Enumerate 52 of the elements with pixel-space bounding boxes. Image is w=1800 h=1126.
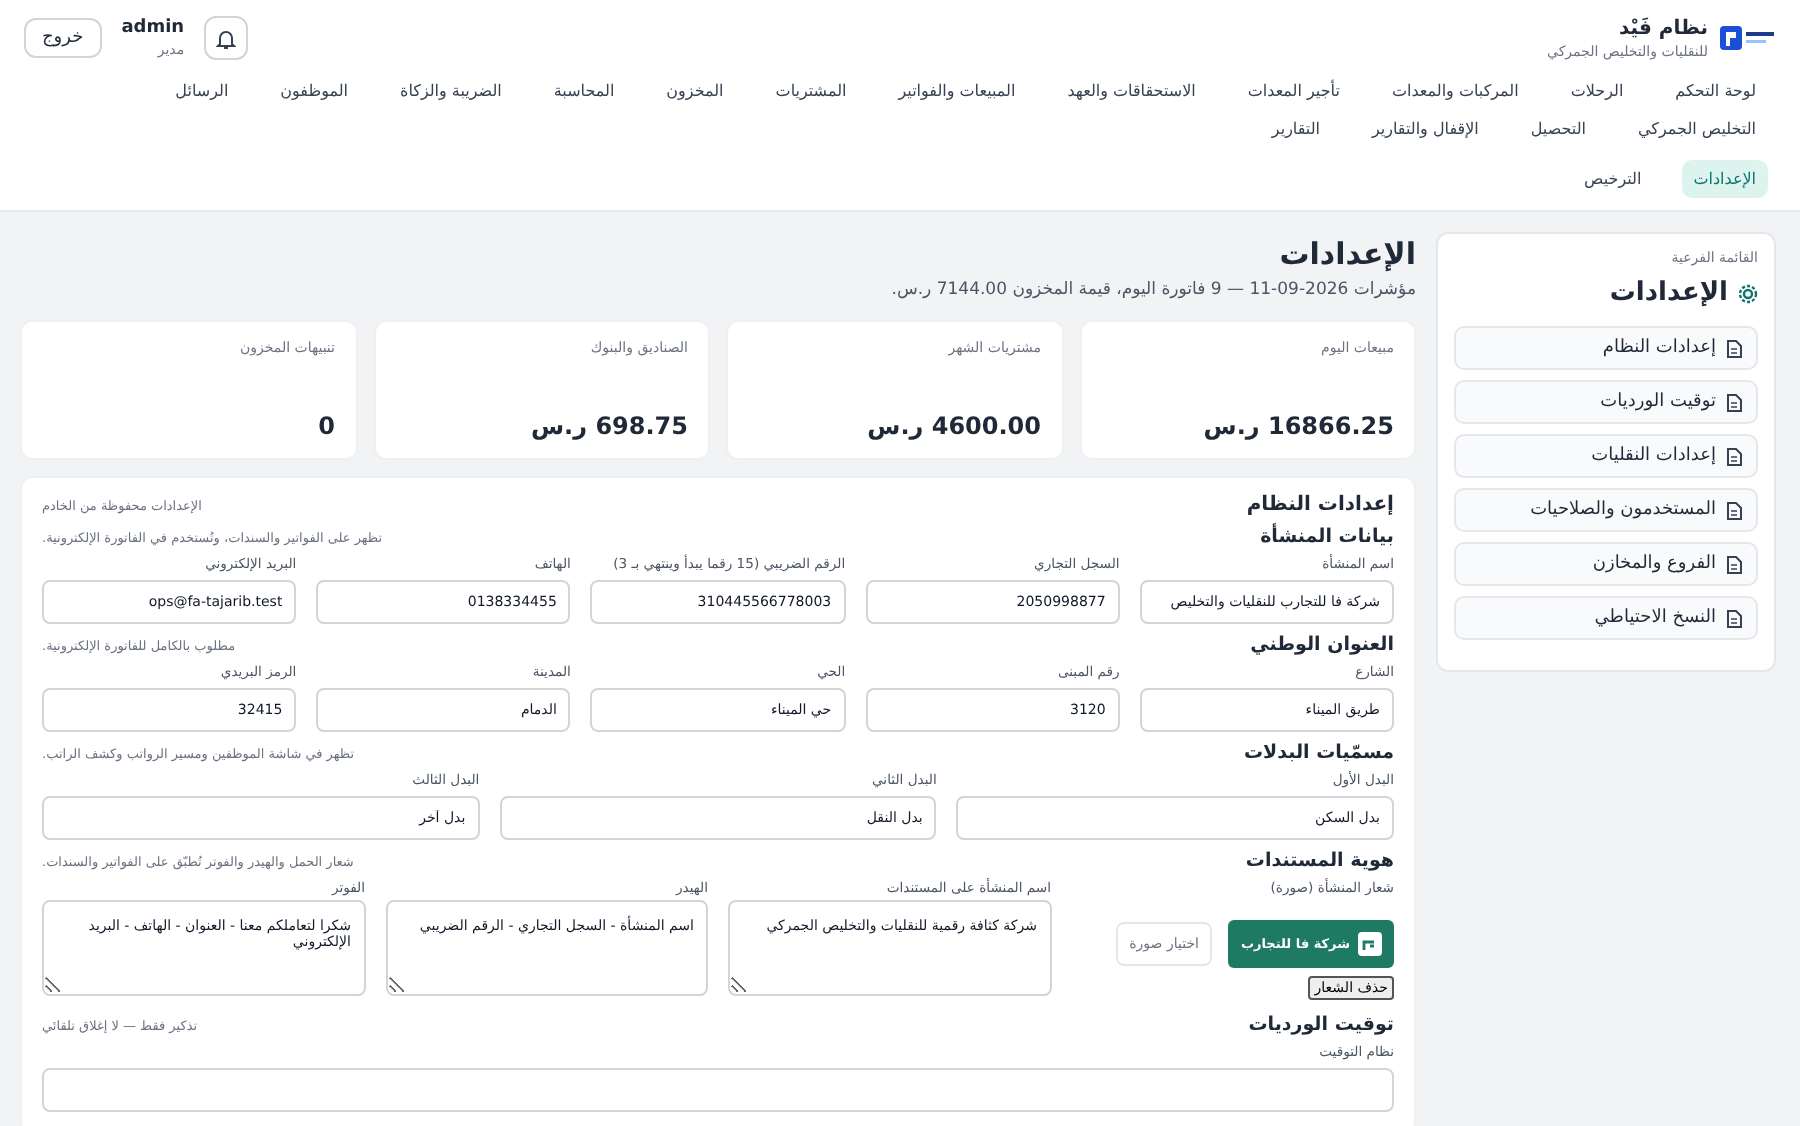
section-title: توقيت الورديات <box>1248 1014 1394 1036</box>
nav-tab[interactable]: الموظفون <box>268 72 361 110</box>
brand-title: نظام فَيْد <box>1617 17 1708 39</box>
submenu-item[interactable]: الفروع والمخازن <box>1454 542 1758 586</box>
stat-value: 4600.00 ر.س <box>865 412 1041 440</box>
logo-mark-icon <box>1358 932 1382 956</box>
nav-tab[interactable]: التخليص الجمركي <box>1626 110 1768 148</box>
section-title: بيانات المنشأة <box>1260 526 1394 548</box>
document-icon <box>1726 555 1742 573</box>
document-icon <box>1726 501 1742 519</box>
stat-value: 0 <box>316 412 335 440</box>
nav-tab[interactable]: لوحة التحكم <box>1663 72 1768 110</box>
submenu-item[interactable]: النسخ الاحتياطي <box>1454 596 1758 640</box>
nav-tab[interactable]: المحاسبة <box>541 72 627 110</box>
bell-icon <box>216 27 237 49</box>
section-title: مسمّيات البدلات <box>1243 742 1394 764</box>
nav-tab[interactable]: المخزون <box>654 72 736 110</box>
page-title: الإعدادات <box>1277 236 1416 272</box>
document-icon <box>1726 609 1742 627</box>
panel-title: إعدادات النظام <box>1246 494 1394 516</box>
nav-tab[interactable]: المركبات والمعدات <box>1379 72 1531 110</box>
logout-button[interactable]: خروج <box>24 18 102 58</box>
document-icon <box>1726 447 1742 465</box>
nav-tab[interactable]: الرسائل <box>163 72 241 110</box>
nav-tab[interactable]: الإقفال والتقارير <box>1359 110 1491 148</box>
nav-tab[interactable]: الرحلات <box>1558 72 1636 110</box>
nav-tab[interactable]: الاستحقاقات والعهد <box>1055 72 1208 110</box>
gear-icon <box>1738 283 1758 303</box>
document-icon <box>1726 393 1742 411</box>
nav-tab[interactable]: الإعدادات <box>1681 160 1768 198</box>
logo-icon <box>1720 24 1776 52</box>
user-name: admin <box>121 18 185 38</box>
section-title: هوية المستندات <box>1245 850 1394 872</box>
nav-tab[interactable]: تأجير المعدات <box>1235 72 1352 110</box>
submenu-item[interactable]: توقيت الورديات <box>1454 380 1758 424</box>
submenu-item[interactable]: إعدادات النظام <box>1454 326 1758 370</box>
submenu-item[interactable]: المستخدمون والصلاحيات <box>1454 488 1758 532</box>
nav-tab[interactable]: المبيعات والفواتير <box>886 72 1028 110</box>
nav-tab[interactable]: الترخيص <box>1572 160 1654 198</box>
menu-title: الإعدادات <box>1609 278 1728 308</box>
nav-tab[interactable]: الضريبة والزكاة <box>388 72 514 110</box>
stat-value: 16866.25 ر.س <box>1201 412 1394 440</box>
nav-tab[interactable]: المشتريات <box>763 72 859 110</box>
submenu-item[interactable]: إعدادات النقليات <box>1454 434 1758 478</box>
notifications-button[interactable] <box>204 16 249 60</box>
nav-tab[interactable]: التحصيل <box>1518 110 1599 148</box>
nav-tab[interactable]: التقارير <box>1259 110 1332 148</box>
input-field[interactable] <box>42 1068 1394 1112</box>
page-subtitle: مؤشرات 2026-09-11 — 9 فاتورة اليوم، قيمة المخزون 7144.00 ر.س. <box>889 280 1416 300</box>
document-icon <box>1726 339 1742 357</box>
stat-value: 698.75 ر.س <box>528 412 688 440</box>
section-title: العنوان الوطني <box>1250 634 1394 656</box>
